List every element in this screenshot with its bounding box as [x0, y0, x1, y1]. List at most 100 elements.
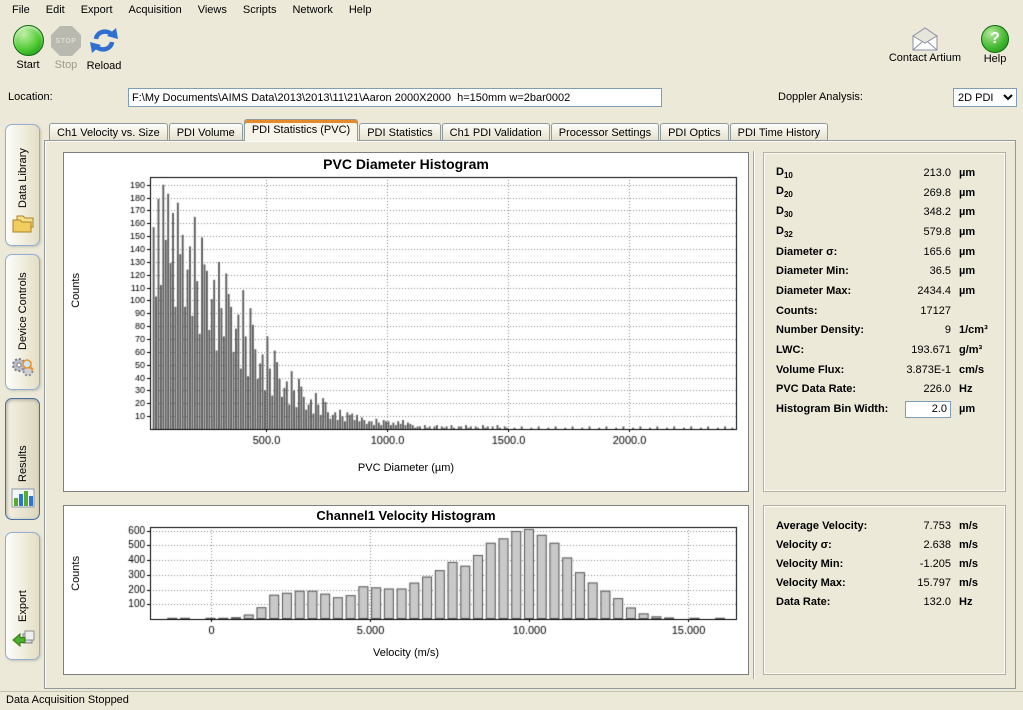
- velocity-ylabel: Counts: [70, 556, 82, 591]
- diameter-stat-row: Histogram Bin Width: µm: [776, 399, 995, 419]
- stat-unit: µm: [951, 246, 995, 258]
- stat-label: PVC Data Rate:: [776, 383, 889, 395]
- stat-unit: µm: [951, 167, 995, 179]
- chart-icon: [11, 488, 35, 513]
- tab-processor-settings[interactable]: Processor Settings: [551, 123, 659, 141]
- stat-label: Diameter Max:: [776, 285, 889, 297]
- sidebar-item-results[interactable]: Results: [5, 398, 40, 520]
- velocity-stats-panel: Average Velocity:7.753m/sVelocity σ:2.63…: [763, 505, 1006, 675]
- stat-label: D32: [776, 225, 889, 239]
- stat-label: Velocity σ:: [776, 539, 889, 551]
- stat-value: 348.2: [889, 206, 951, 218]
- location-bar: Location: Doppler Analysis: 2D PDI: [0, 86, 1023, 110]
- stat-label: Velocity Max:: [776, 577, 889, 589]
- tab-ch1-velocity-vs-size[interactable]: Ch1 Velocity vs. Size: [49, 123, 168, 141]
- stop-icon: STOP: [51, 26, 81, 56]
- sidebar-item-export[interactable]: Export: [5, 532, 40, 660]
- menu-item-acquisition[interactable]: Acquisition: [121, 2, 190, 18]
- status-text: Data Acquisition Stopped: [6, 694, 129, 706]
- menu-item-edit[interactable]: Edit: [38, 2, 73, 18]
- diameter-stat-row: D20269.8µm: [776, 183, 995, 203]
- velocity-histogram-panel: Channel1 Velocity Histogram Counts Veloc…: [63, 505, 749, 675]
- diameter-stats-panel: D10213.0µmD20269.8µmD30348.2µmD32579.8µm…: [763, 152, 1006, 492]
- velocity-stat-row: Velocity Min:-1.205m/s: [776, 554, 995, 573]
- status-bar: Data Acquisition Stopped: [0, 691, 1023, 710]
- stat-label: Volume Flux:: [776, 364, 889, 376]
- diameter-stat-row: D30348.2µm: [776, 202, 995, 222]
- stat-unit: µm: [951, 226, 995, 238]
- pvc-diameter-histogram-title: PVC Diameter Histogram: [64, 153, 748, 172]
- contact-artium-label: Contact Artium: [889, 52, 961, 64]
- sidebar-item-label: Results: [17, 407, 29, 482]
- stat-value: 226.0: [889, 383, 951, 395]
- stat-label: Histogram Bin Width:: [776, 403, 889, 415]
- stat-label: D30: [776, 205, 889, 219]
- stat-label: LWC:: [776, 344, 889, 356]
- velocity-stat-row: Velocity σ:2.638m/s: [776, 535, 995, 554]
- stat-unit: m/s: [951, 558, 995, 570]
- pvc-diameter-histogram-panel: PVC Diameter Histogram Counts PVC Diamet…: [63, 152, 749, 492]
- diameter-stat-row: Counts:17127: [776, 301, 995, 321]
- stat-value: 9: [889, 324, 951, 336]
- diameter-stat-row: Diameter Max:2434.4µm: [776, 281, 995, 301]
- tab-pdi-time-history[interactable]: PDI Time History: [730, 123, 829, 141]
- vertical-splitter: [753, 151, 755, 679]
- stat-label: Counts:: [776, 305, 889, 317]
- contact-artium-button[interactable]: Contact Artium: [889, 23, 961, 65]
- gears-icon: [11, 356, 35, 383]
- stat-value: 269.8: [889, 187, 951, 199]
- menu-item-file[interactable]: File: [4, 2, 38, 18]
- tab-pdi-statistics[interactable]: PDI Statistics: [359, 123, 440, 141]
- stat-value: 36.5: [889, 265, 951, 277]
- app-window: FileEditExportAcquisitionViewsScriptsNet…: [0, 0, 1023, 710]
- diameter-stat-row: Number Density:91/cm³: [776, 321, 995, 341]
- tab-pdi-volume[interactable]: PDI Volume: [169, 123, 243, 141]
- menu-item-scripts[interactable]: Scripts: [235, 2, 285, 18]
- stat-unit: µm: [951, 206, 995, 218]
- pvc-diameter-xlabel: PVC Diameter (µm): [64, 462, 748, 474]
- velocity-stat-row: Data Rate:132.0Hz: [776, 592, 995, 611]
- help-button[interactable]: ? Help: [975, 23, 1015, 65]
- stat-value: 193.671: [889, 344, 951, 356]
- stat-unit: cm/s: [951, 364, 995, 376]
- stat-unit: µm: [951, 187, 995, 199]
- histogram-bin-width-input[interactable]: [905, 401, 951, 418]
- reload-button[interactable]: Reload: [82, 23, 126, 72]
- menu-item-views[interactable]: Views: [190, 2, 235, 18]
- sidebar-item-label: Data Library: [17, 133, 29, 208]
- menu-item-help[interactable]: Help: [341, 2, 380, 18]
- doppler-analysis-label: Doppler Analysis:: [778, 91, 863, 103]
- tab-ch1-pdi-validation[interactable]: Ch1 PDI Validation: [442, 123, 550, 141]
- stat-unit: m/s: [951, 539, 995, 551]
- sidebar-item-data-library[interactable]: Data Library: [5, 124, 40, 246]
- tab-page-pdi-statistics-pvc: PVC Diameter Histogram Counts PVC Diamet…: [44, 140, 1016, 689]
- stat-label: Number Density:: [776, 324, 889, 336]
- stat-unit: 1/cm³: [951, 324, 995, 336]
- stat-value: 213.0: [889, 167, 951, 179]
- sidebar-item-device-controls[interactable]: Device Controls: [5, 254, 40, 390]
- velocity-xlabel: Velocity (m/s): [64, 647, 748, 659]
- help-button-label: Help: [984, 53, 1007, 65]
- menu-item-export[interactable]: Export: [73, 2, 121, 18]
- stat-value: 2.638: [889, 539, 951, 551]
- stat-value: 579.8: [889, 226, 951, 238]
- diameter-stat-row: Diameter Min:36.5µm: [776, 261, 995, 281]
- stat-value: 17127: [889, 305, 951, 317]
- location-input[interactable]: [128, 88, 662, 107]
- menu-item-network[interactable]: Network: [284, 2, 340, 18]
- stat-label: Velocity Min:: [776, 558, 889, 570]
- tab-pdi-statistics-pvc-[interactable]: PDI Statistics (PVC): [244, 119, 358, 141]
- stat-unit: µm: [951, 265, 995, 277]
- stat-unit: g/m³: [951, 344, 995, 356]
- folder-icon: [11, 214, 35, 239]
- stat-label: Diameter Min:: [776, 265, 889, 277]
- stat-unit: µm: [951, 285, 995, 297]
- stat-unit: m/s: [951, 520, 995, 532]
- velocity-stat-row: Average Velocity:7.753m/s: [776, 516, 995, 535]
- stat-value: 165.6: [889, 246, 951, 258]
- stat-value: 15.797: [889, 577, 951, 589]
- stat-unit: µm: [951, 403, 995, 415]
- doppler-analysis-select[interactable]: 2D PDI: [953, 88, 1017, 107]
- tab-pdi-optics[interactable]: PDI Optics: [660, 123, 729, 141]
- velocity-histogram-canvas: [64, 523, 746, 647]
